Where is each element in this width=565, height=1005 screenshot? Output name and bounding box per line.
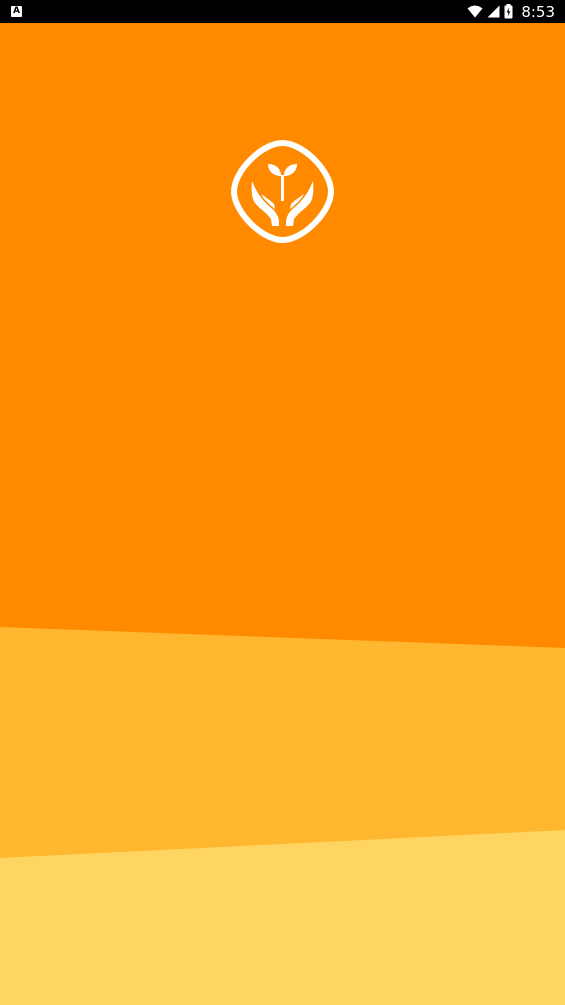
sprout-leaf-left	[268, 164, 281, 176]
app-notification-icon: A	[11, 6, 22, 17]
status-time: 8:53	[521, 2, 555, 21]
left-hand	[251, 181, 279, 226]
cellular-signal-icon	[487, 5, 500, 18]
bottom-wave-band	[0, 830, 565, 1005]
right-hand	[286, 181, 314, 226]
battery-charging-icon	[504, 4, 513, 19]
status-bar-right: 8:53	[467, 3, 555, 21]
hands-holding-sprout-icon	[230, 139, 335, 244]
status-bar: A 8:53	[0, 0, 565, 23]
wifi-icon	[467, 5, 483, 18]
status-bar-left: A	[11, 6, 22, 17]
splash-screen: A 8:53	[0, 0, 565, 1005]
sprout-leaf-right	[284, 164, 297, 176]
